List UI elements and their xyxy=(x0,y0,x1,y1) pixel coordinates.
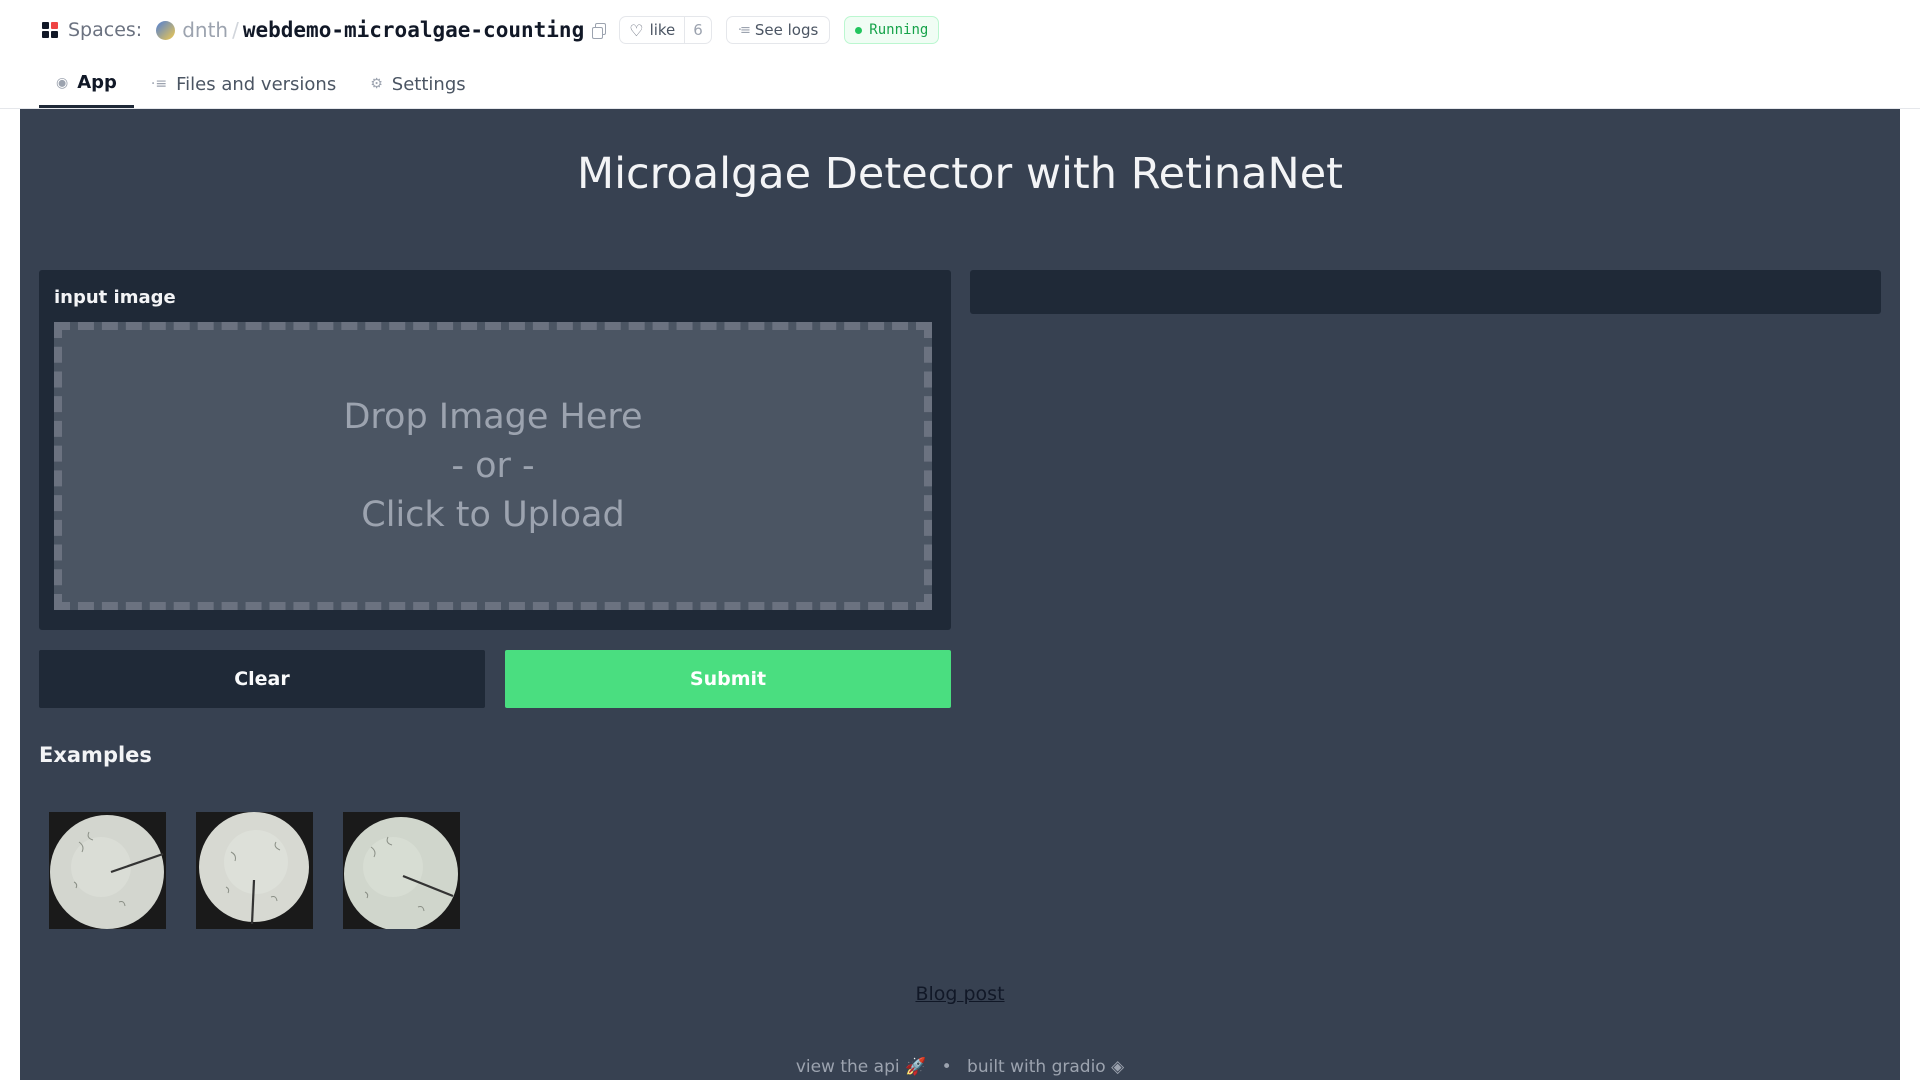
tab-settings[interactable]: ⚙ Settings xyxy=(353,60,482,108)
owner-link[interactable]: dnth xyxy=(182,18,228,42)
heart-icon: ♡ xyxy=(629,20,644,40)
dropzone-text-drop: Drop Image Here xyxy=(343,396,643,437)
footer-separator: • xyxy=(941,1057,952,1077)
rocket-icon: 🚀 xyxy=(905,1057,927,1077)
dropzone-text-upload: Click to Upload xyxy=(361,494,625,535)
space-title-bar: Spaces: dnth / webdemo-microalgae-counti… xyxy=(42,16,940,44)
tab-settings-label: Settings xyxy=(391,73,466,95)
input-image-panel: input image Drop Image Here - or - Click… xyxy=(39,270,951,630)
path-separator: / xyxy=(232,18,239,42)
page-title: Microalgae Detector with RetinaNet xyxy=(576,149,1344,199)
image-upload-dropzone[interactable]: Drop Image Here - or - Click to Upload xyxy=(54,322,932,610)
see-logs-label: See logs xyxy=(754,21,819,39)
gradio-logo-icon: ◈ xyxy=(1111,1057,1125,1077)
space-header: Spaces: dnth / webdemo-microalgae-counti… xyxy=(0,0,1920,109)
view-api-link[interactable]: view the api xyxy=(796,1057,900,1077)
clear-button[interactable]: Clear xyxy=(39,650,485,708)
space-tabs: ◉ App ·≡ Files and versions ⚙ Settings xyxy=(39,60,483,108)
logs-icon: ·≡ xyxy=(737,22,751,38)
app-icon: ◉ xyxy=(56,74,69,91)
examples-title: Examples xyxy=(39,743,152,767)
tab-files-and-versions[interactable]: ·≡ Files and versions xyxy=(134,60,353,108)
footer: view the api 🚀 • built with gradio ◈ xyxy=(20,1057,1900,1077)
dropzone-text-or: - or - xyxy=(451,445,535,486)
spaces-label[interactable]: Spaces: xyxy=(68,19,142,41)
files-icon: ·≡ xyxy=(150,76,168,92)
status-badge[interactable]: Running xyxy=(844,16,940,44)
like-label: like xyxy=(649,21,676,39)
copy-icon[interactable] xyxy=(592,23,607,39)
submit-button[interactable]: Submit xyxy=(505,650,951,708)
tab-files-label: Files and versions xyxy=(176,73,337,95)
example-thumbnail-1[interactable] xyxy=(49,812,166,929)
input-image-label: input image xyxy=(54,287,176,308)
status-dot-icon xyxy=(855,26,863,34)
status-label: Running xyxy=(869,22,929,38)
gradio-app: Microalgae Detector with RetinaNet input… xyxy=(20,109,1900,1080)
built-with-gradio-link[interactable]: built with gradio xyxy=(967,1057,1106,1077)
blog-post-link[interactable]: Blog post xyxy=(20,983,1900,1005)
output-panel xyxy=(970,270,1881,314)
example-thumbnail-3[interactable] xyxy=(343,812,460,929)
like-button[interactable]: ♡ like 6 xyxy=(619,16,712,44)
see-logs-button[interactable]: ·≡ See logs xyxy=(725,16,831,44)
tab-app-label: App xyxy=(77,72,117,93)
like-count[interactable]: 6 xyxy=(684,17,711,43)
tab-app[interactable]: ◉ App xyxy=(39,60,134,108)
repo-name[interactable]: webdemo-microalgae-counting xyxy=(243,18,584,42)
owner-avatar[interactable] xyxy=(156,20,176,40)
example-thumbnail-2[interactable] xyxy=(196,812,313,929)
gear-icon: ⚙ xyxy=(370,76,383,92)
spaces-logo-icon[interactable] xyxy=(42,21,59,39)
